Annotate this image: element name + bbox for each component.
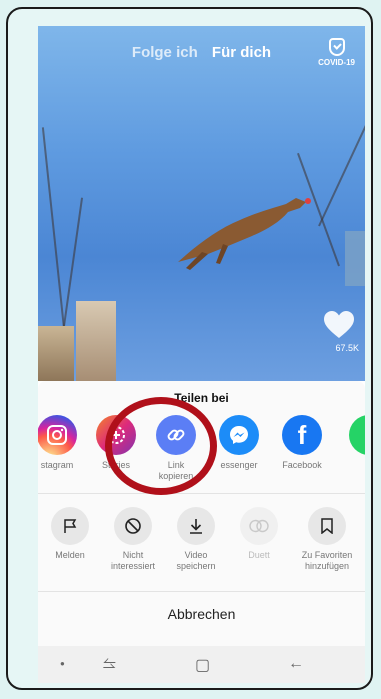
action-add-favorites[interactable]: Zu Favoriten hinzufügen [296,507,358,572]
action-report-label: Melden [55,550,85,560]
video-overlay-panel [345,231,365,286]
back-icon[interactable]: ← [288,655,304,673]
highlight-circle [105,397,217,495]
sheet-divider [38,591,365,592]
action-duet[interactable]: Duett [228,507,290,561]
facebook-icon: f [282,415,322,455]
shield-icon [328,38,345,56]
video-player[interactable]: Folge ich Für dich COVID-19 67.5K [38,26,365,381]
download-icon [177,507,215,545]
android-nav-bar: ● ⥦ ▢ ← [38,646,365,683]
action-not-interested[interactable]: Nicht interessiert [102,507,164,572]
jumping-dog [178,198,311,270]
action-save-video[interactable]: Video speichern [165,507,227,572]
feed-tabs: Folge ich Für dich [38,44,365,61]
action-not-interested-label: Nicht interessiert [110,550,155,571]
action-report[interactable]: Melden [39,507,101,561]
sheet-divider [38,493,365,494]
like-count: 67.5K [335,343,359,353]
cancel-button[interactable]: Abbrechen [38,606,365,622]
tab-for-you[interactable]: Für dich [212,44,271,61]
tab-following[interactable]: Folge ich [132,44,198,61]
messenger-icon [219,415,259,455]
duet-icon [240,507,278,545]
share-messenger[interactable]: essenger [208,415,270,471]
building [38,326,74,381]
instagram-icon [38,415,77,455]
action-add-favorites-label: Zu Favoriten hinzufügen [301,550,353,571]
heart-icon[interactable] [323,310,355,340]
home-icon[interactable]: ▢ [195,655,210,675]
bookmark-icon [308,507,346,545]
tree-branch [318,98,365,227]
action-save-video-label: Video speichern [176,550,216,571]
phone-screen: Folge ich Für dich COVID-19 67.5K Teilen… [38,26,365,683]
share-more-app[interactable] [338,415,365,455]
covid-badge[interactable]: COVID-19 [318,38,355,67]
block-icon [114,507,152,545]
covid-label: COVID-19 [318,58,355,67]
flag-icon [51,507,89,545]
share-sheet-title: Teilen bei [174,391,229,405]
share-facebook-label: Facebook [282,460,322,470]
building [76,301,116,381]
share-messenger-label: essenger [220,460,258,470]
share-instagram[interactable]: stagram [38,415,88,471]
nav-dot-icon[interactable]: ● [60,659,65,668]
action-duet-label: Duett [248,550,270,560]
share-instagram-label: stagram [40,460,74,470]
whatsapp-icon [349,415,365,455]
recent-apps-icon[interactable]: ⥦ [103,655,116,673]
share-facebook[interactable]: f Facebook [271,415,333,471]
